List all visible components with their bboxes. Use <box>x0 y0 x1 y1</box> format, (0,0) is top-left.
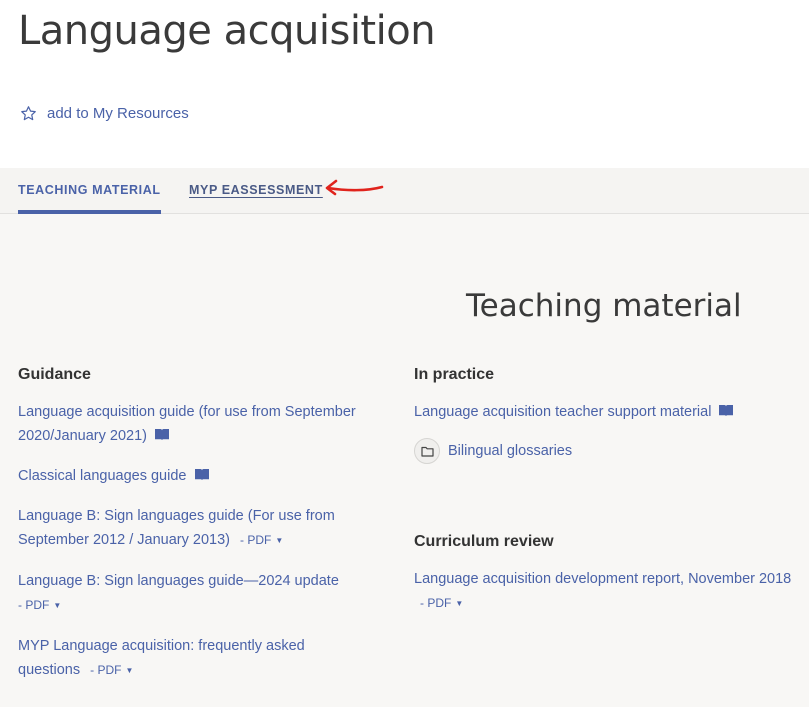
caret-down-icon: ▼ <box>455 599 464 608</box>
main-content: Teaching material Guidance Language acqu… <box>0 214 809 707</box>
guidance-link-language-acquisition-guide[interactable]: Language acquisition guide (for use from… <box>18 404 356 444</box>
book-icon <box>719 405 734 416</box>
in-practice-column: In practice Language acquisition teacher… <box>414 366 774 480</box>
pdf-label: - PDF <box>90 663 122 677</box>
star-icon <box>21 106 36 121</box>
pdf-label: - PDF <box>18 598 50 612</box>
curriculum-link-development-report[interactable]: Language acquisition development report,… <box>414 571 791 587</box>
pdf-dropdown[interactable]: - PDF ▼ <box>420 596 463 610</box>
pdf-dropdown[interactable]: - PDF ▼ <box>90 663 133 677</box>
book-icon <box>194 469 209 480</box>
add-to-my-resources-button[interactable]: add to My Resources <box>20 105 189 122</box>
pdf-label: - PDF <box>420 596 452 610</box>
list-item: Language acquisition development report,… <box>414 567 794 616</box>
guidance-link-faq[interactable]: MYP Language acquisition: frequently ask… <box>18 638 305 678</box>
list-item: Language B: Sign languages guide—2024 up… <box>18 569 378 618</box>
pdf-dropdown[interactable]: - PDF ▼ <box>18 598 61 612</box>
guidance-link-sign-languages-guide[interactable]: Language B: Sign languages guide (For us… <box>18 508 335 548</box>
pdf-label: - PDF <box>240 533 272 547</box>
list-item: Language acquisition guide (for use from… <box>18 400 378 448</box>
list-item: Language B: Sign languages guide (For us… <box>18 504 378 553</box>
caret-down-icon: ▼ <box>125 666 134 675</box>
in-practice-title: In practice <box>414 366 495 383</box>
guidance-column: Guidance Language acquisition guide (for… <box>18 366 378 699</box>
curriculum-review-column: Curriculum review Language acquisition d… <box>414 533 794 632</box>
pdf-dropdown[interactable]: - PDF ▼ <box>240 533 283 547</box>
tab-bar: TEACHING MATERIAL MYP EASSESSMENT <box>0 168 809 214</box>
caret-down-icon: ▼ <box>275 536 284 545</box>
page-title: Language acquisition <box>18 8 436 54</box>
guidance-title: Guidance <box>18 366 91 383</box>
curriculum-review-title: Curriculum review <box>414 533 554 550</box>
section-heading: Teaching material <box>466 288 742 324</box>
folder-icon <box>414 438 440 464</box>
in-practice-link-bilingual-glossaries[interactable]: Bilingual glossaries <box>448 439 572 463</box>
book-icon <box>155 429 170 440</box>
list-item: MYP Language acquisition: frequently ask… <box>18 634 338 683</box>
guidance-link-classical-languages-guide[interactable]: Classical languages guide <box>18 468 186 484</box>
annotation-arrow-icon <box>325 179 384 196</box>
list-item: Language acquisition teacher support mat… <box>414 400 774 424</box>
add-to-my-resources-label: add to My Resources <box>47 105 189 122</box>
guidance-link-sign-languages-2024-update[interactable]: Language B: Sign languages guide—2024 up… <box>18 573 339 589</box>
tab-myp-eassessment[interactable]: MYP EASSESSMENT <box>189 168 323 214</box>
caret-down-icon: ▼ <box>53 601 62 610</box>
list-item: Bilingual glossaries <box>414 438 774 464</box>
in-practice-link-teacher-support-material[interactable]: Language acquisition teacher support mat… <box>414 404 711 420</box>
tab-teaching-material[interactable]: TEACHING MATERIAL <box>18 168 161 214</box>
list-item: Classical languages guide <box>18 464 378 488</box>
